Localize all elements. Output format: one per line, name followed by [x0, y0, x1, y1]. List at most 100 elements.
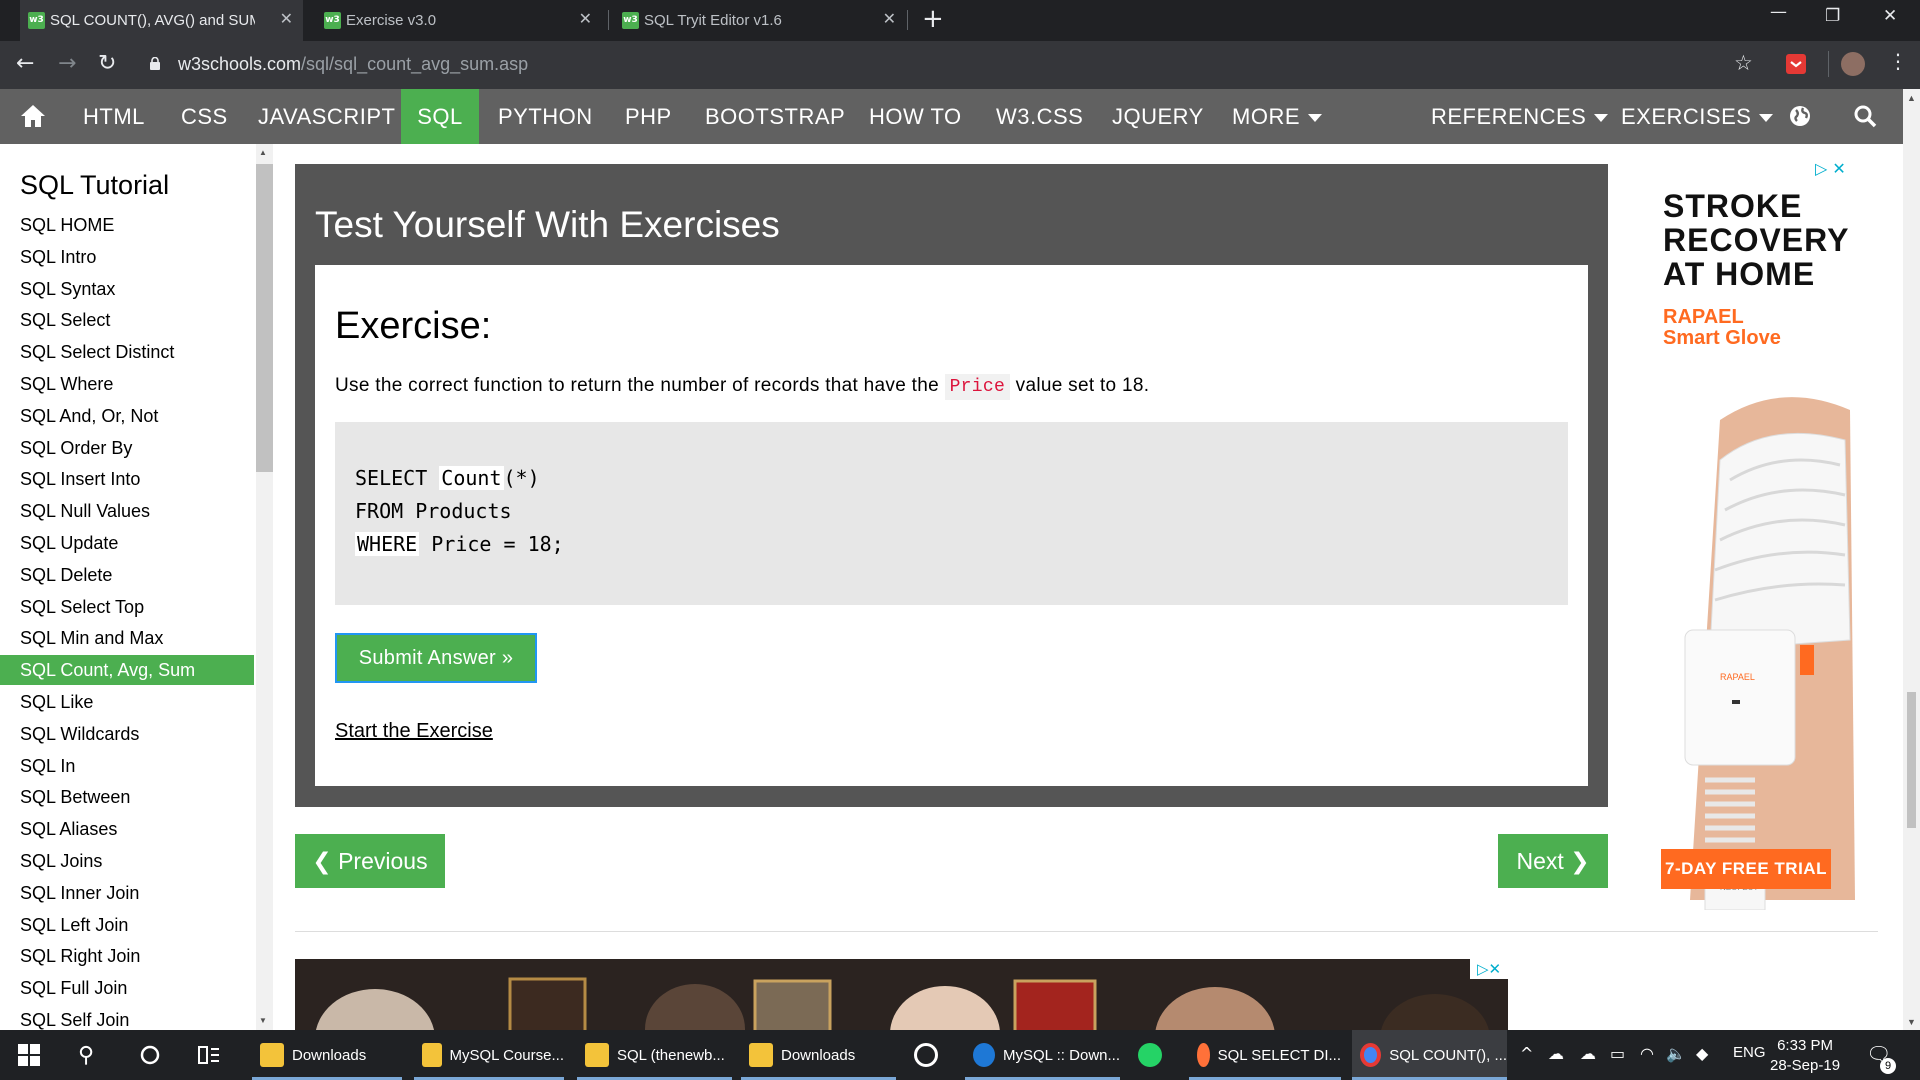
nav-javascript[interactable]: JAVASCRIPT [258, 89, 395, 144]
ad-cta-button[interactable]: 7-DAY FREE TRIAL [1661, 849, 1831, 889]
nav-sql[interactable]: SQL [401, 89, 479, 144]
nav-more[interactable]: MORE [1232, 89, 1322, 144]
answer-input-function[interactable]: Count [439, 466, 504, 490]
taskbar-item[interactable]: SQL SELECT DI... [1189, 1030, 1341, 1080]
page-scrollbar[interactable]: ▲ ▼ [1903, 89, 1920, 1030]
nav-jquery[interactable]: JQUERY [1112, 89, 1204, 144]
taskbar-item[interactable] [1130, 1030, 1180, 1080]
nav-bootstrap[interactable]: BOOTSTRAP [705, 89, 845, 144]
volume-icon[interactable]: 🔈 [1666, 1044, 1686, 1063]
globe-icon[interactable] [1788, 89, 1814, 144]
cloud-icon[interactable]: ☁ [1580, 1044, 1596, 1063]
url-field[interactable]: w3schools.com/sql/sql_count_avg_sum.asp [178, 54, 528, 75]
sidebar-item[interactable]: SQL Full Join [0, 973, 254, 1003]
sidebar-item[interactable]: SQL Wildcards [0, 719, 254, 749]
taskbar-item[interactable]: SQL (thenewb... [577, 1030, 732, 1080]
wifi-icon[interactable]: ◠ [1640, 1044, 1654, 1063]
scroll-down-icon[interactable]: ▼ [1907, 1017, 1916, 1027]
menu-kebab-icon[interactable]: ⋮ [1888, 49, 1908, 73]
inline-code-price: Price [944, 374, 1011, 400]
start-exercise-link[interactable]: Start the Exercise [335, 720, 493, 743]
close-tab-icon[interactable]: ✕ [883, 9, 896, 28]
sidebar-item[interactable]: SQL Intro [0, 242, 254, 272]
nav-exercises[interactable]: EXERCISES [1621, 89, 1774, 144]
sidebar-item[interactable]: SQL Count, Avg, Sum [0, 655, 254, 685]
close-tab-icon[interactable]: ✕ [280, 9, 293, 28]
next-button[interactable]: Next ❯ [1498, 834, 1608, 888]
sidebar-item[interactable]: SQL Select Top [0, 592, 254, 622]
sidebar-item[interactable]: SQL And, Or, Not [0, 401, 254, 431]
nav-w3css[interactable]: W3.CSS [996, 89, 1083, 144]
submit-answer-button[interactable]: Submit Answer » [335, 633, 537, 683]
taskbar-item[interactable]: MySQL :: Down... [965, 1030, 1120, 1080]
sidebar-item[interactable]: SQL Order By [0, 433, 254, 463]
dropbox-icon[interactable]: ◆ [1696, 1044, 1708, 1063]
nav-python[interactable]: PYTHON [498, 89, 593, 144]
search-icon[interactable]: ⚲ [78, 1030, 94, 1080]
sidebar-item[interactable]: SQL Right Join [0, 941, 254, 971]
tab-tryit-editor[interactable]: w3 SQL Tryit Editor v1.6 ✕ [614, 0, 906, 41]
taskbar-item[interactable]: MySQL Course... [414, 1030, 564, 1080]
sidebar-item[interactable]: SQL Between [0, 782, 254, 812]
sidebar-item[interactable]: SQL Update [0, 528, 254, 558]
bookmark-star-icon[interactable]: ☆ [1734, 51, 1753, 75]
nav-html[interactable]: HTML [83, 89, 145, 144]
battery-icon[interactable]: ▭ [1610, 1044, 1625, 1063]
sidebar-item[interactable]: SQL Left Join [0, 910, 254, 940]
nav-php[interactable]: PHP [625, 89, 672, 144]
pocket-extension-icon[interactable] [1786, 54, 1806, 74]
taskbar-item[interactable]: Downloads [252, 1030, 402, 1080]
profile-avatar[interactable] [1841, 52, 1865, 76]
close-tab-icon[interactable]: ✕ [579, 9, 592, 28]
advertisement-sidebar[interactable]: ▷ ✕ STROKE RECOVERY AT HOME RAPAEL Smart… [1645, 155, 1885, 915]
sidebar-item[interactable]: SQL Insert Into [0, 464, 254, 494]
new-tab-button[interactable]: + [922, 4, 944, 34]
sidebar-item[interactable]: SQL Select Distinct [0, 337, 254, 367]
sidebar-item[interactable]: SQL Inner Join [0, 878, 254, 908]
sidebar-item[interactable]: SQL Like [0, 687, 254, 717]
sidebar-item[interactable]: SQL Select [0, 305, 254, 335]
nav-how-to[interactable]: HOW TO [869, 89, 962, 144]
taskbar-item[interactable]: Downloads [741, 1030, 896, 1080]
restore-icon[interactable]: ❐ [1825, 6, 1840, 26]
sidebar-item[interactable]: SQL In [0, 751, 254, 781]
nav-references[interactable]: REFERENCES [1431, 89, 1609, 144]
back-icon[interactable]: ← [16, 51, 34, 76]
page-scroll-thumb[interactable] [1907, 692, 1916, 828]
forward-icon[interactable]: → [58, 51, 76, 76]
sidebar-scroll-thumb[interactable] [256, 164, 273, 472]
sidebar-item[interactable]: SQL Joins [0, 846, 254, 876]
tab-sql-count[interactable]: w3 SQL COUNT(), AVG() and SUM() F ✕ [20, 0, 303, 41]
adchoices-icon[interactable]: ▷ ✕ [1815, 159, 1846, 178]
sidebar-item[interactable]: SQL HOME [0, 210, 254, 240]
taskbar-item[interactable]: SQL COUNT(), ... [1352, 1030, 1507, 1080]
system-clock[interactable]: 6:33 PM 28-Sep-19 [1770, 1036, 1840, 1076]
tab-exercise[interactable]: w3 Exercise v3.0 ✕ [316, 0, 602, 41]
previous-button[interactable]: ❮ Previous [295, 834, 445, 888]
start-button[interactable] [18, 1030, 40, 1080]
language-indicator[interactable]: ENG [1733, 1044, 1766, 1061]
sidebar-scroll-down-icon[interactable]: ▼ [259, 1016, 267, 1025]
sidebar-item[interactable]: SQL Syntax [0, 274, 254, 304]
task-view-icon[interactable] [198, 1030, 220, 1080]
sidebar-item[interactable]: SQL Null Values [0, 496, 254, 526]
sidebar-item[interactable]: SQL Where [0, 369, 254, 399]
sidebar-item[interactable]: SQL Delete [0, 560, 254, 590]
home-icon[interactable] [20, 89, 46, 144]
answer-input-where[interactable]: WHERE [355, 532, 420, 556]
tray-overflow-icon[interactable]: ^ [1520, 1044, 1533, 1063]
scroll-up-icon[interactable]: ▲ [1907, 93, 1916, 103]
sidebar-item[interactable]: SQL Min and Max [0, 623, 254, 653]
search-icon[interactable] [1853, 89, 1879, 144]
onedrive-icon[interactable]: ☁ [1548, 1044, 1564, 1063]
taskbar-item[interactable] [906, 1030, 956, 1080]
close-window-icon[interactable]: ✕ [1883, 6, 1897, 26]
advertisement-banner[interactable]: ▷✕ [295, 959, 1508, 1030]
cortana-icon[interactable] [139, 1030, 161, 1080]
nav-css[interactable]: CSS [181, 89, 228, 144]
adchoices-icon[interactable]: ▷✕ [1470, 959, 1508, 979]
reload-icon[interactable]: ↻ [98, 51, 116, 76]
minimize-icon[interactable]: — [1770, 2, 1787, 22]
sidebar-item[interactable]: SQL Aliases [0, 814, 254, 844]
sidebar-scroll-up-icon[interactable]: ▲ [259, 148, 267, 157]
